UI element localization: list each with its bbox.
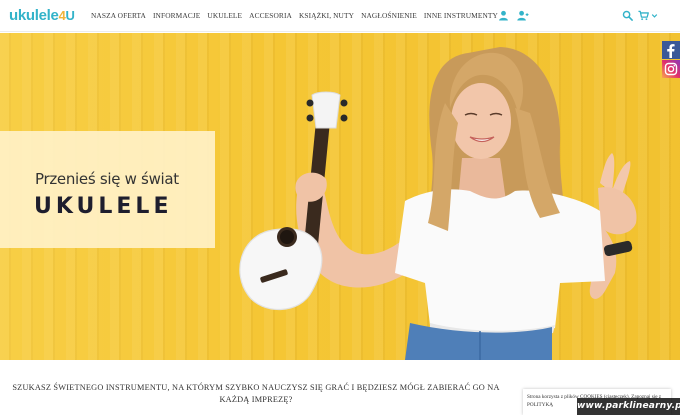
hero-subtitle: Przenieś się w świat: [35, 170, 179, 188]
logo-u: U: [65, 8, 75, 23]
top-header: ukulele4U NASZA OFERTA INFORMACJE UKULEL…: [0, 0, 680, 32]
nav-item-inne-instrumenty[interactable]: INNE INSTRUMENTY: [424, 11, 498, 20]
logo-text: ukulele: [9, 7, 59, 24]
user-add-icon[interactable]: [516, 10, 529, 21]
chevron-down-icon[interactable]: [651, 10, 658, 21]
instagram-button[interactable]: [662, 60, 680, 78]
nav-item-nasza-oferta[interactable]: NASZA OFERTA: [91, 11, 146, 20]
search-icon[interactable]: [622, 10, 633, 21]
facebook-button[interactable]: [662, 41, 680, 59]
nav-item-ukulele[interactable]: UKULELE: [207, 11, 242, 20]
facebook-icon: [667, 44, 675, 58]
nav-item-accesoria[interactable]: ACCESORIA: [249, 11, 292, 20]
hero-text-box: Przenieś się w świat UKULELE: [0, 131, 215, 248]
instagram-icon: [664, 62, 678, 76]
logo[interactable]: ukulele4U: [9, 7, 75, 24]
hero-title: UKULELE: [34, 194, 173, 219]
nav-item-informacje[interactable]: INFORMACJE: [153, 11, 200, 20]
main-nav: NASZA OFERTA INFORMACJE UKULELE ACCESORI…: [91, 11, 498, 20]
tagline-heading: SZUKASZ ŚWIETNEGO INSTRUMENTU, NA KTÓRYM…: [12, 383, 500, 404]
cart-icon[interactable]: [638, 10, 649, 21]
user-icon[interactable]: [498, 10, 509, 21]
hero-banner: Przenieś się w świat UKULELE: [0, 33, 680, 360]
nav-item-ksiazki-nuty[interactable]: KSIĄŻKI, NUTY: [299, 11, 354, 20]
watermark: www.parklinearny.pl: [577, 398, 680, 415]
logo-four: 4: [58, 8, 66, 23]
nav-item-naglosnienie[interactable]: NAGŁOŚNIENIE: [361, 11, 417, 20]
